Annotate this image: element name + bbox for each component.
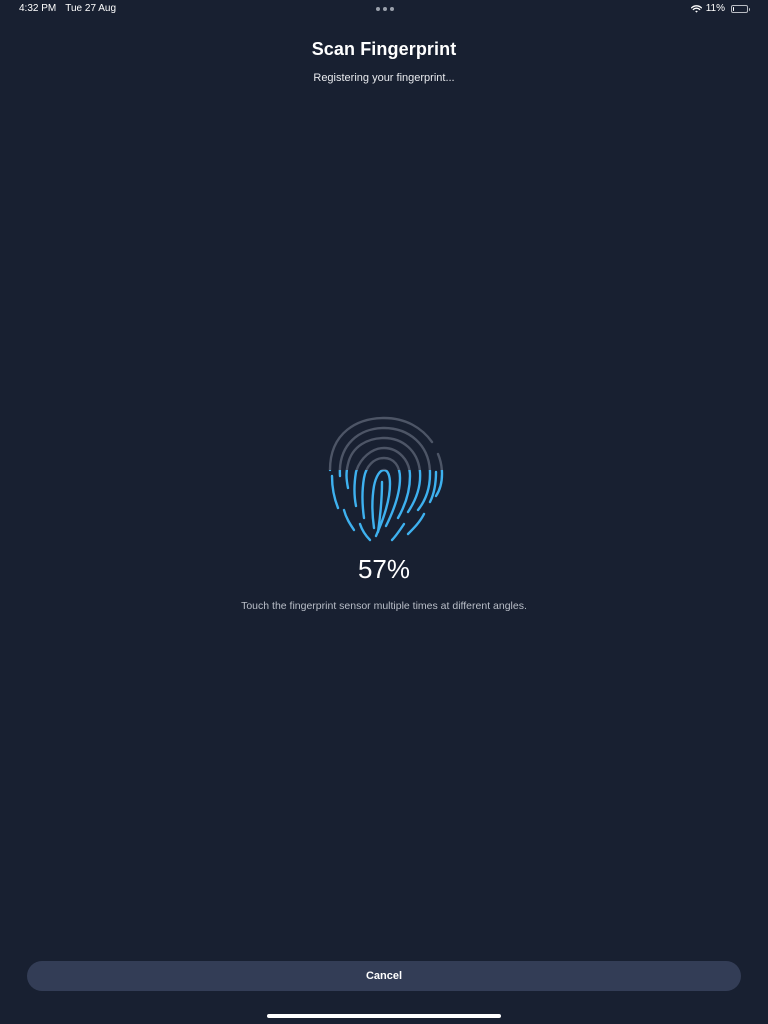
status-right: 11% bbox=[690, 3, 750, 14]
battery-level bbox=[733, 6, 734, 11]
status-bar: 4:32 PM Tue 27 Aug 11% bbox=[0, 0, 768, 20]
fingerprint-icon bbox=[318, 414, 450, 542]
status-date: Tue 27 Aug bbox=[65, 3, 117, 14]
page-title: Scan Fingerprint bbox=[311, 39, 457, 59]
multitasking-dots-icon[interactable] bbox=[376, 7, 394, 11]
battery-percent: 11% bbox=[705, 3, 725, 14]
fingerprint-registration-screen: 4:32 PM Tue 27 Aug 11% Scan Fingerprint … bbox=[0, 0, 768, 1024]
scan-progress-percent: 57% bbox=[357, 554, 411, 584]
cancel-button[interactable]: Cancel bbox=[27, 961, 741, 991]
home-indicator[interactable] bbox=[267, 1014, 501, 1018]
status-time: 4:32 PM bbox=[19, 3, 57, 14]
page-subtitle: Registering your fingerprint... bbox=[313, 72, 455, 84]
battery-icon bbox=[731, 4, 750, 13]
scan-instruction: Touch the fingerprint sensor multiple ti… bbox=[241, 600, 527, 612]
status-left: 4:32 PM Tue 27 Aug bbox=[19, 3, 116, 14]
wifi-icon bbox=[690, 4, 702, 13]
